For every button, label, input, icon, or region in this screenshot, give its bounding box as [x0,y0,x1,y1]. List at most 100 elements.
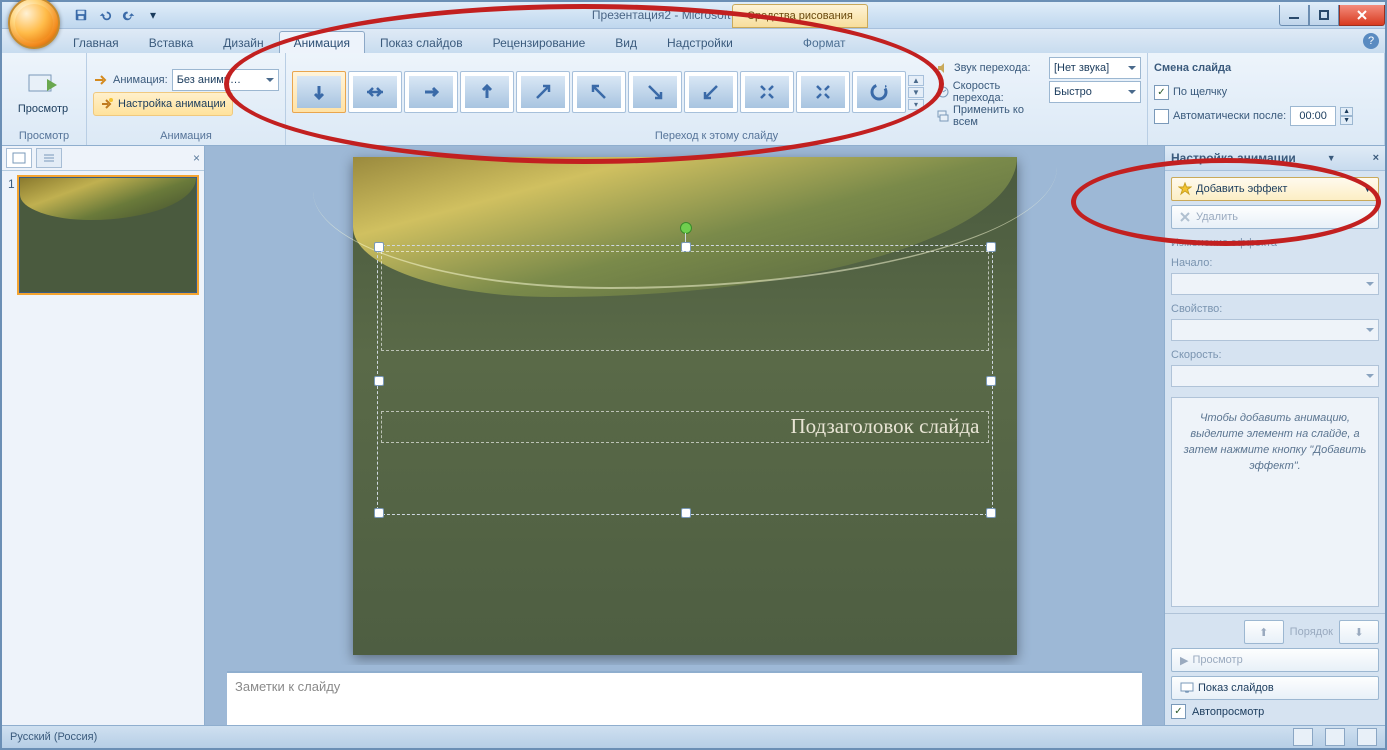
animation-label: Анимация: [113,74,168,86]
transition-item[interactable] [796,71,850,113]
transition-gallery: ▲▼▾ [292,71,924,113]
autopreview-label: Автопросмотр [1192,706,1264,718]
slide-thumbnail[interactable] [19,177,197,293]
resize-handle[interactable] [374,376,384,386]
transition-item[interactable] [572,71,626,113]
property-combo[interactable] [1171,319,1379,341]
ribbon: Просмотр Просмотр Анимация: Без аними… Н… [2,53,1385,146]
transition-item[interactable] [516,71,570,113]
view-normal-button[interactable] [1293,728,1313,746]
group-preview-label: Просмотр [8,128,80,145]
tab-addins[interactable]: Надстройки [652,31,748,53]
reorder-down-button[interactable]: ⬇ [1339,620,1379,644]
preview-button[interactable]: Просмотр [8,66,78,118]
speed-label: Скорость перехода: [953,80,1045,104]
animate-icon [93,72,109,88]
property-label: Свойство: [1171,303,1379,315]
slide-canvas[interactable]: Подзаголовок слайда [205,146,1164,665]
animation-taskpane: Настройка анимации ▼ × Добавить эффект▼ … [1164,146,1385,725]
view-slideshow-button[interactable] [1357,728,1377,746]
sound-icon [936,61,950,75]
preview-button-tp[interactable]: ▶ Просмотр [1171,648,1379,672]
rotate-handle[interactable] [680,222,692,234]
ribbon-tabs: Главная Вставка Дизайн Анимация Показ сл… [2,29,1385,53]
save-icon[interactable] [72,6,90,24]
slides-tab-thumbnails[interactable] [6,148,32,168]
on-click-label: По щелчку [1173,86,1227,98]
animation-combo[interactable]: Без аними… [172,69,279,91]
taskpane-close[interactable]: × [1373,152,1379,164]
gallery-scroll[interactable]: ▲▼▾ [908,75,924,110]
window-title: Презентация2 - Microsoft PowerPoint [2,8,1385,22]
on-click-checkbox[interactable]: ✓ [1154,85,1169,100]
start-combo[interactable] [1171,273,1379,295]
title-bar: ▾ Презентация2 - Microsoft PowerPoint Ср… [2,2,1385,29]
apply-all-icon [936,109,949,123]
speed-combo-tp[interactable] [1171,365,1379,387]
add-effect-button[interactable]: Добавить эффект▼ [1171,177,1379,201]
resize-handle[interactable] [681,508,691,518]
sound-label: Звук перехода: [954,62,1031,74]
tab-slideshow[interactable]: Показ слайдов [365,31,478,53]
resize-handle[interactable] [986,508,996,518]
tab-review[interactable]: Рецензирование [478,31,601,53]
resize-handle[interactable] [986,376,996,386]
speed-label-tp: Скорость: [1171,349,1379,361]
slides-tab-outline[interactable] [36,148,62,168]
transition-item[interactable] [852,71,906,113]
tab-view[interactable]: Вид [600,31,652,53]
transition-item[interactable] [628,71,682,113]
tab-animation[interactable]: Анимация [279,31,365,53]
tab-format[interactable]: Формат [788,31,861,53]
reorder-up-button[interactable]: ⬆ [1244,620,1284,644]
change-effect-label: Изменение эффекта [1171,237,1379,249]
auto-after-checkbox[interactable] [1154,109,1169,124]
help-icon[interactable]: ? [1363,33,1379,49]
status-bar: Русский (Россия) [2,725,1385,748]
speed-combo[interactable]: Быстро [1049,81,1141,103]
taskpane-dropdown-icon[interactable]: ▼ [1327,153,1336,163]
group-animation-label: Анимация [93,128,279,145]
start-label: Начало: [1171,257,1379,269]
title-placeholder[interactable] [381,251,989,351]
group-transition-label: Переход к этому слайду [292,128,1141,145]
transition-item[interactable] [348,71,402,113]
transition-item[interactable] [740,71,794,113]
tab-home[interactable]: Главная [58,31,134,53]
apply-all-button[interactable]: Применить ко всем [953,104,1045,128]
subtitle-placeholder[interactable]: Подзаголовок слайда [381,411,989,443]
transition-item[interactable] [404,71,458,113]
slides-pane-close[interactable]: × [193,151,200,165]
auto-after-time[interactable]: 00:00 [1290,106,1336,126]
slide: Подзаголовок слайда [353,157,1017,655]
quick-access-toolbar: ▾ [72,6,162,24]
transition-item[interactable] [292,71,346,113]
slides-pane: × 1 [2,146,205,725]
tab-insert[interactable]: Вставка [134,31,209,53]
status-lang: Русский (Россия) [10,731,97,743]
tab-design[interactable]: Дизайн [208,31,278,53]
slideshow-button[interactable]: Показ слайдов [1171,676,1379,700]
order-label: Порядок [1290,626,1333,638]
transition-item[interactable] [684,71,738,113]
contextual-tab-label: Средства рисования [732,4,868,28]
sound-combo[interactable]: [Нет звука] [1049,57,1141,79]
maximize-button[interactable] [1309,5,1339,26]
redo-icon[interactable] [120,6,138,24]
resize-handle[interactable] [374,508,384,518]
speed-icon [936,85,949,99]
auto-after-label: Автоматически после: [1173,110,1286,122]
transition-item[interactable] [460,71,514,113]
view-sorter-button[interactable] [1325,728,1345,746]
taskpane-info: Чтобы добавить анимацию, выделите элемен… [1171,397,1379,607]
undo-icon[interactable] [96,6,114,24]
taskpane-title: Настройка анимации [1171,151,1296,165]
thumbnail-number: 1 [8,177,15,293]
autopreview-checkbox[interactable]: ✓ [1171,704,1186,719]
notes-pane[interactable]: Заметки к слайду [227,671,1142,725]
close-button[interactable] [1339,5,1385,26]
qat-dropdown-icon[interactable]: ▾ [144,6,162,24]
custom-animation-button[interactable]: Настройка анимации [93,92,233,116]
remove-effect-button[interactable]: Удалить [1171,205,1379,229]
minimize-button[interactable] [1279,5,1309,26]
